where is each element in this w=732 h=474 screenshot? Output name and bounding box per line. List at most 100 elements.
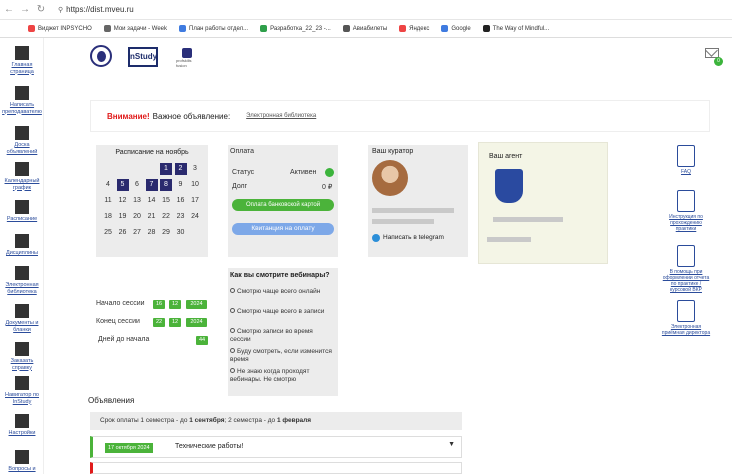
- calendar-day[interactable]: 2: [174, 163, 187, 175]
- calendar-day[interactable]: 5: [116, 179, 129, 191]
- right-link[interactable]: Электронная приёмная директора: [660, 300, 712, 336]
- sidebar-item[interactable]: Календарный график: [0, 162, 44, 191]
- attention-label: Внимание!: [107, 111, 150, 121]
- radio-icon[interactable]: [230, 288, 235, 293]
- right-link[interactable]: Инструкция по прохождению практики: [660, 190, 712, 232]
- sidebar-item[interactable]: Доска объявлений: [0, 126, 44, 155]
- bookmark-item[interactable]: Разработка_22_23 -...: [260, 25, 331, 32]
- calendar-day[interactable]: 8: [160, 179, 172, 191]
- sidebar-item[interactable]: Главная страница: [0, 46, 44, 75]
- status-value: Активен: [290, 169, 317, 176]
- radio-icon[interactable]: [230, 328, 235, 333]
- poll-option[interactable]: Смотрю чаще всего онлайн: [230, 288, 334, 296]
- calendar-day[interactable]: 23: [175, 211, 187, 223]
- telegram-link[interactable]: Написать в telegram: [383, 234, 444, 241]
- lifebuoy-icon: [677, 245, 695, 267]
- receipt-button[interactable]: Квитанция на оплату: [232, 223, 334, 235]
- payment-title: Оплата: [230, 148, 255, 155]
- radio-icon[interactable]: [230, 308, 235, 313]
- radio-icon[interactable]: [230, 368, 235, 373]
- instudy-logo[interactable]: nStudy: [128, 47, 158, 67]
- schedule-title[interactable]: Расписание на ноябрь: [96, 149, 208, 156]
- poll-option[interactable]: Смотрю записи во время сессии: [230, 328, 334, 344]
- right-link[interactable]: В помощь при оформлении отчета по практи…: [660, 245, 712, 293]
- calendar-day[interactable]: 13: [131, 195, 143, 207]
- sidebar-item[interactable]: Вопросы и: [0, 450, 44, 473]
- calendar-day[interactable]: 20: [131, 211, 143, 223]
- sidebar-item[interactable]: Электронная библиотека: [0, 266, 44, 295]
- mail-icon: [15, 86, 29, 100]
- calendar-day[interactable]: 21: [146, 211, 158, 223]
- bookmark-icon: [342, 25, 350, 32]
- calendar-day[interactable]: 26: [117, 227, 129, 239]
- announcement-item[interactable]: 17 октября 2024 Технические работы! ▼: [90, 436, 462, 458]
- profskills-logo[interactable]: profskills fusion: [176, 48, 196, 68]
- bookmark-item[interactable]: Google: [441, 25, 471, 32]
- poll-option[interactable]: Не знаю когда проходят вебинары. Не смот…: [230, 368, 334, 384]
- bookmark-item[interactable]: The Way of Mindful...: [482, 25, 549, 32]
- calendar-day[interactable]: 30: [175, 227, 187, 239]
- calendar-day[interactable]: 28: [146, 227, 158, 239]
- bookmark-item[interactable]: Яндекс: [399, 25, 429, 32]
- poll-option[interactable]: Смотрю чаще всего в записи: [230, 308, 334, 316]
- bookmark-icon: [441, 25, 449, 32]
- faq-icon: [677, 145, 695, 167]
- calendar-day[interactable]: 27: [131, 227, 143, 239]
- curator-panel: Ваш куратор Написать в telegram: [368, 145, 468, 257]
- sidebar-item[interactable]: Документы и бланки: [0, 304, 44, 333]
- expand-icon[interactable]: ▼: [448, 441, 455, 448]
- puzzle-icon: [15, 376, 29, 390]
- calendar-day[interactable]: 15: [160, 195, 172, 207]
- sidebar-item[interactable]: Навигатор по InStudy: [0, 376, 44, 405]
- calendar-day[interactable]: 29: [160, 227, 172, 239]
- book-icon: [677, 190, 695, 212]
- university-logo[interactable]: [90, 45, 112, 67]
- poll-option[interactable]: Буду смотреть, если изменится время: [230, 348, 334, 364]
- calendar-day[interactable]: 7: [145, 179, 158, 191]
- calendar-day[interactable]: 22: [160, 211, 172, 223]
- forward-icon[interactable]: →: [18, 4, 32, 15]
- calendar-day[interactable]: 19: [117, 211, 129, 223]
- board-icon: [15, 126, 29, 140]
- chart-icon: [15, 162, 29, 176]
- gear-icon: [15, 414, 29, 428]
- calendar-day[interactable]: 16: [175, 195, 187, 207]
- sidebar-item[interactable]: Настройки: [0, 414, 44, 437]
- telegram-icon[interactable]: [372, 234, 380, 242]
- site-info-icon[interactable]: ⚲: [58, 6, 63, 14]
- announcement-item[interactable]: [90, 462, 462, 474]
- session-end-year: 2024: [186, 318, 207, 327]
- url-field[interactable]: ⚲ https://dist.mveu.ru: [58, 5, 134, 14]
- bookmark-icon: [482, 25, 490, 32]
- bookmark-item[interactable]: Мои задачи - Week: [103, 25, 167, 32]
- announcement-title: Технические работы!: [175, 443, 244, 450]
- calendar-day[interactable]: 9: [175, 179, 187, 191]
- calendar-day[interactable]: 17: [189, 195, 201, 207]
- radio-icon[interactable]: [230, 348, 235, 353]
- calendar-day[interactable]: 4: [102, 179, 114, 191]
- calendar-day[interactable]: 14: [146, 195, 158, 207]
- calendar-day[interactable]: 6: [131, 179, 143, 191]
- reload-icon[interactable]: ↻: [34, 4, 48, 15]
- calendar-day[interactable]: 25: [102, 227, 114, 239]
- calendar-day[interactable]: 24: [189, 211, 201, 223]
- right-link[interactable]: FAQ: [660, 145, 712, 175]
- calendar-day[interactable]: 10: [189, 179, 201, 191]
- bookmark-item[interactable]: Авиабилеты: [342, 25, 387, 32]
- status-label: Статус: [232, 169, 255, 176]
- sidebar-item[interactable]: Расписание: [0, 200, 44, 223]
- pay-by-card-button[interactable]: Оплата банковской картой: [232, 199, 334, 211]
- sidebar-item[interactable]: Дисциплины: [0, 234, 44, 257]
- calendar-day[interactable]: 18: [102, 211, 114, 223]
- bookmark-item[interactable]: Виджет INPSYCHO: [28, 25, 92, 32]
- sidebar-item[interactable]: Написать преподавателю: [0, 86, 44, 115]
- session-end-label: Конец сессии: [96, 318, 140, 325]
- calendar-day[interactable]: 12: [117, 195, 129, 207]
- bookmark-item[interactable]: План работы отдел...: [179, 25, 248, 32]
- calendar-day[interactable]: 1: [160, 163, 172, 175]
- sidebar-item[interactable]: Заказать справку: [0, 342, 44, 371]
- calendar-day[interactable]: 11: [102, 195, 114, 207]
- calendar-day[interactable]: 3: [189, 163, 201, 175]
- back-icon[interactable]: ←: [2, 4, 16, 15]
- library-link[interactable]: Электронная библиотека: [246, 113, 316, 119]
